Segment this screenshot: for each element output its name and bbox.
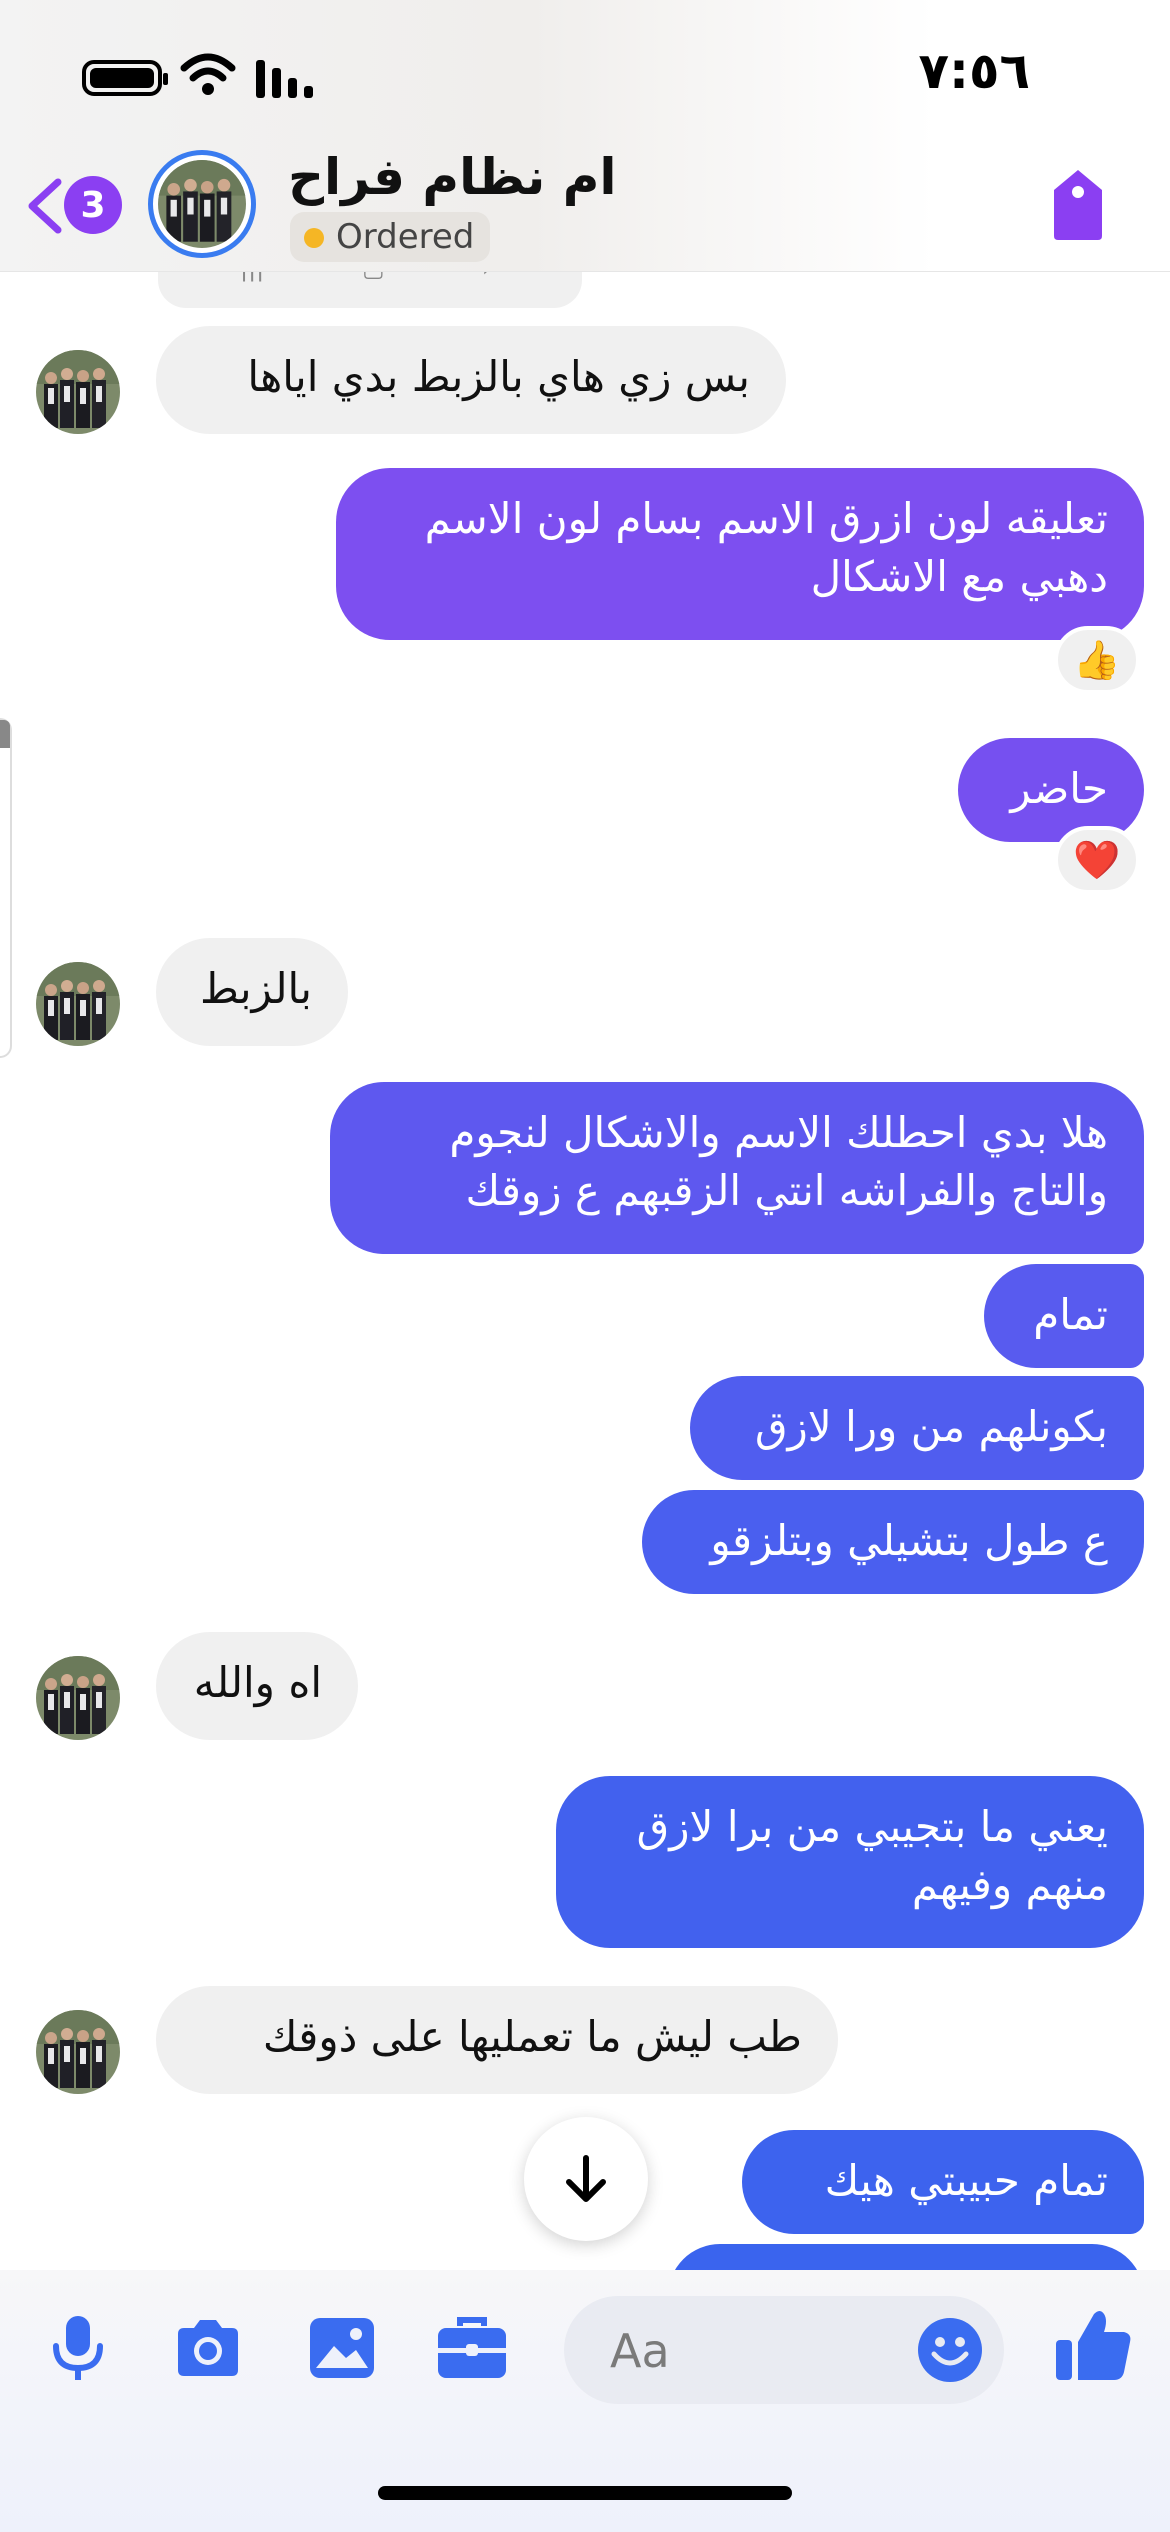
- outgoing-message[interactable]: يعني ما بتجيبي من برا لازق منهم وفيهم: [556, 1776, 1144, 1948]
- reaction-badge[interactable]: 👍: [1054, 626, 1140, 694]
- home-indicator: [378, 2486, 792, 2500]
- outgoing-message[interactable]: تمام حبيبتي هيك: [742, 2130, 1144, 2234]
- previous-media-card[interactable]: ||| ▢ ›: [158, 272, 582, 308]
- back-button[interactable]: 3: [24, 172, 134, 236]
- unread-count-badge: 3: [64, 176, 122, 234]
- message-line: والتاج والفراشه انتي الزقبهم ع زوقك: [465, 1166, 1108, 1215]
- contact-name[interactable]: ام نظام فراح: [288, 148, 617, 206]
- outgoing-message[interactable]: هلا بدي احطلك الاسم والاشكال لنجوم والتا…: [330, 1082, 1144, 1254]
- message-line: دهبي مع الاشكال: [810, 552, 1108, 601]
- chevron-right-icon: ›: [482, 272, 492, 282]
- order-status-label: Ordered: [336, 217, 475, 257]
- arrow-down-icon: [566, 2155, 606, 2202]
- message-line: تعليقه لون ازرق الاسم بسام لون الاسم: [424, 494, 1108, 543]
- briefcase-icon[interactable]: [436, 2312, 508, 2384]
- status-dot: [304, 228, 324, 248]
- sender-avatar[interactable]: [36, 2010, 120, 2094]
- battery-icon: [82, 60, 168, 96]
- square-icon: ▢: [362, 272, 385, 282]
- outgoing-message[interactable]: ع طول بتشيلي وبتلزقو: [642, 1490, 1144, 1594]
- label-tag-icon[interactable]: [1048, 168, 1108, 242]
- outgoing-message-partial[interactable]: [668, 2244, 1144, 2270]
- image-icon[interactable]: [306, 2312, 378, 2384]
- message-input[interactable]: Aa: [564, 2296, 1004, 2404]
- incoming-message[interactable]: بالزبط: [156, 938, 348, 1046]
- order-status-chip[interactable]: Ordered: [290, 212, 491, 262]
- wifi-icon: [180, 53, 236, 95]
- chat-header: ٧:٥٦ 3 ام نظام فراح Ordered: [0, 0, 1170, 272]
- message-line: هلا بدي احطلك الاسم والاشكال لنجوم: [449, 1108, 1108, 1157]
- message-line: يعني ما بتجيبي من برا لازق: [636, 1802, 1108, 1851]
- side-sheet-handle[interactable]: [0, 718, 12, 1058]
- outgoing-message[interactable]: بكونلهم من ورا لازق: [690, 1376, 1144, 1480]
- status-time: ٧:٥٦: [918, 42, 1030, 100]
- outgoing-message[interactable]: تعليقه لون ازرق الاسم بسام لون الاسم دهب…: [336, 468, 1144, 640]
- emoji-icon[interactable]: [916, 2316, 984, 2384]
- camera-icon[interactable]: [172, 2312, 244, 2384]
- outgoing-message[interactable]: حاضر: [958, 738, 1144, 842]
- menu-lines-icon: |||: [240, 272, 264, 282]
- chevron-left-icon: [28, 178, 62, 234]
- sender-avatar[interactable]: [36, 1656, 120, 1740]
- message-line: منهم وفيهم: [911, 1860, 1108, 1909]
- sender-avatar[interactable]: [36, 350, 120, 434]
- incoming-message[interactable]: اه والله: [156, 1632, 358, 1740]
- message-input-placeholder: Aa: [610, 2324, 670, 2378]
- message-thread[interactable]: ||| ▢ › بس زي هاي بالزبط بدي اياها تعليق…: [0, 272, 1170, 2270]
- microphone-icon[interactable]: [42, 2312, 114, 2384]
- cellular-signal-icon: [256, 60, 313, 98]
- scroll-to-bottom-button[interactable]: [524, 2117, 648, 2241]
- contact-avatar[interactable]: [148, 150, 256, 258]
- outgoing-message[interactable]: تمام: [984, 1264, 1144, 1368]
- thumbs-up-icon[interactable]: [1054, 2306, 1132, 2384]
- incoming-message[interactable]: طب ليش ما تعمليها على ذوقك: [156, 1986, 838, 2094]
- reaction-badge[interactable]: ❤️: [1054, 826, 1140, 894]
- sender-avatar[interactable]: [36, 962, 120, 1046]
- incoming-message[interactable]: بس زي هاي بالزبط بدي اياها: [156, 326, 786, 434]
